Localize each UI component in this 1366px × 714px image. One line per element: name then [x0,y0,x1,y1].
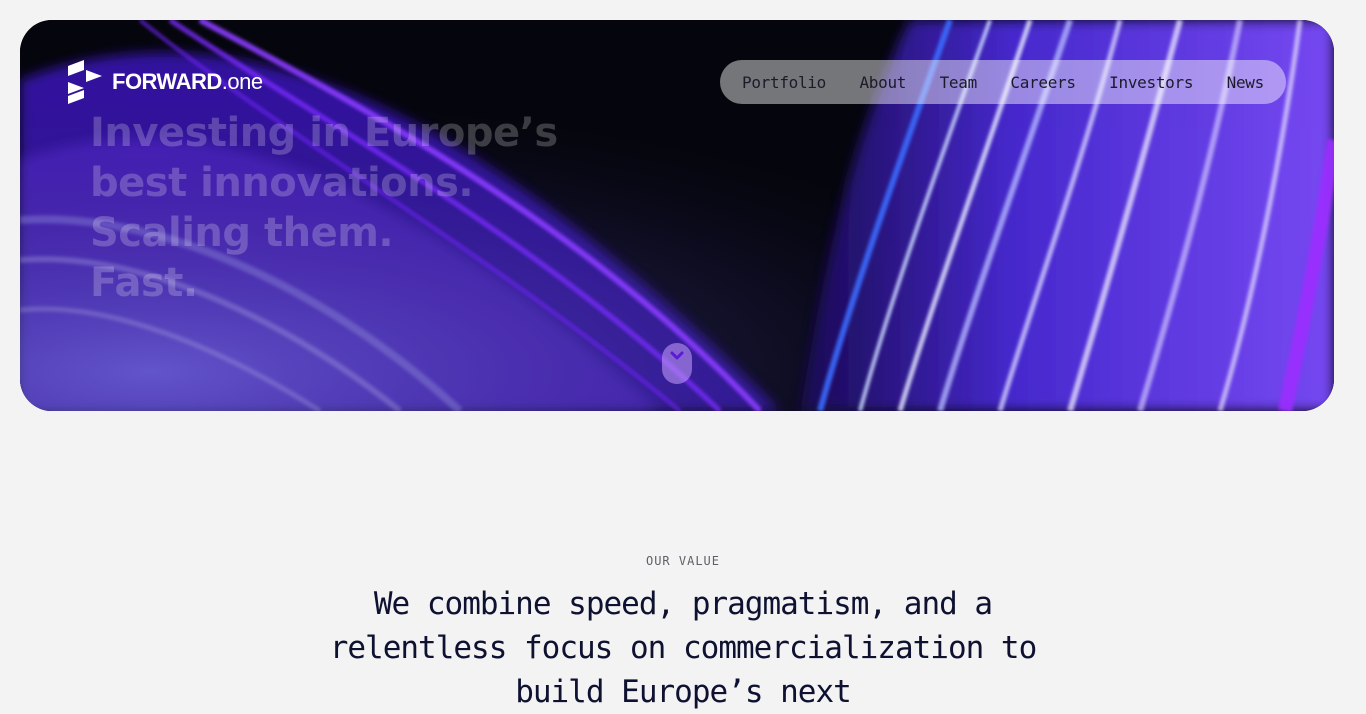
hero-headline: Investing in Europe’s best innovations. … [90,108,558,308]
brand-wordmark: FORWARD.one [112,69,263,95]
nav-item-about[interactable]: About [859,73,906,92]
section-eyebrow: OUR VALUE [645,554,721,568]
hero-headline-line-1: Investing in Europe’s [90,110,558,156]
hero-banner: FORWARD.one Portfolio About Team Careers… [20,20,1334,411]
main-navigation: Portfolio About Team Careers Investors N… [720,60,1286,104]
hero-headline-line-4: Fast. [90,260,198,306]
scroll-down-button[interactable] [662,343,692,384]
nav-item-news[interactable]: News [1227,73,1265,92]
nav-item-careers[interactable]: Careers [1010,73,1076,92]
forward-one-logo-icon [68,60,102,104]
nav-item-team[interactable]: Team [940,73,978,92]
brand-name-light: .one [221,69,263,94]
chevron-down-icon [670,351,684,360]
nav-item-investors[interactable]: Investors [1109,73,1193,92]
value-statement: We combine speed, pragmatism, and a rele… [329,586,1038,710]
hero-headline-line-2: best innovations. [90,160,474,206]
nav-item-portfolio[interactable]: Portfolio [742,73,826,92]
brand-name-bold: FORWARD [112,69,222,94]
brand-logo[interactable]: FORWARD.one [68,60,263,104]
hero-headline-line-3: Scaling them. [90,210,394,256]
